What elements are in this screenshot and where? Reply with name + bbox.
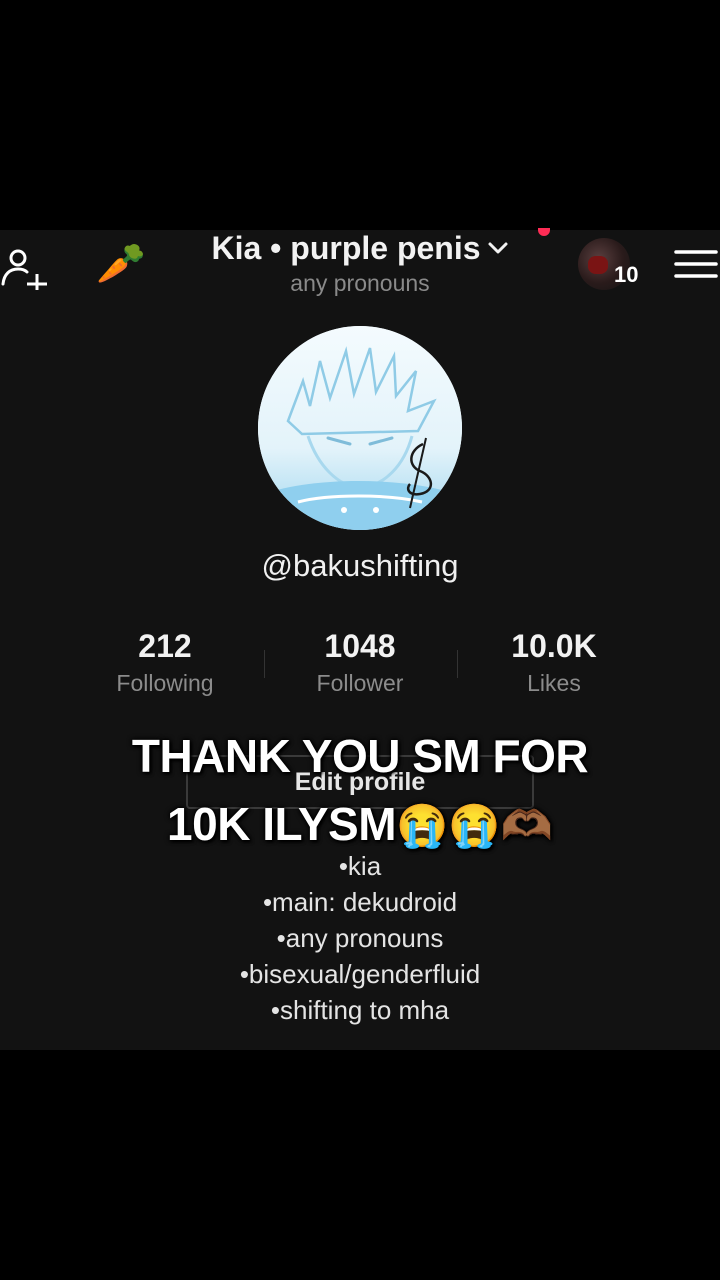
profile-screen: 🥕 Kia • purple penis any pronouns 10 @ba… (0, 228, 720, 1050)
caption-line-2: 10K ILYSM😭😭🫶🏾 (0, 790, 720, 860)
caption-line-1: THANK YOU SM FOR (131, 730, 589, 782)
crying-hearts-emoji-icon: 😭😭🫶🏾 (396, 802, 553, 849)
bio-line: •main: dekudroid (262, 887, 458, 917)
stat-label: Likes (527, 670, 581, 696)
bio-line: •shifting to mha (270, 995, 450, 1025)
stat-value: 212 (138, 628, 192, 664)
bio-line: •bisexual/genderfluid (239, 959, 481, 989)
stat-label: Follower (316, 670, 404, 696)
stat-value: 1048 (324, 628, 396, 664)
caption-text: 10K ILYSM (167, 798, 397, 850)
chevron-down-icon (488, 242, 508, 254)
stat-following[interactable]: 212 Following (75, 628, 255, 697)
stat-likes[interactable]: 10.0K Likes (464, 628, 644, 697)
bio-line: •any pronouns (276, 923, 444, 953)
page-title: Kia • purple penis (211, 230, 481, 266)
profile-handle: @bakushifting (261, 548, 459, 583)
profile-bio: •kia •main: dekudroid •any pronouns •bis… (0, 848, 720, 1028)
stat-divider (264, 650, 265, 678)
stat-value: 10.0K (511, 628, 597, 664)
stat-label: Following (116, 670, 214, 696)
pronouns-subtitle: any pronouns (290, 270, 430, 296)
caption-overlay: THANK YOU SM FOR 10K ILYSM😭😭🫶🏾 (0, 722, 720, 860)
hamburger-menu-icon (674, 250, 718, 278)
profile-avatar[interactable] (258, 326, 462, 530)
story-count-badge: 10 (614, 262, 639, 287)
stat-followers[interactable]: 1048 Follower (270, 628, 450, 697)
profile-header: Kia • purple penis any pronouns (160, 230, 560, 297)
menu-button[interactable] (674, 244, 718, 284)
carrot-icon: 🥕 (96, 241, 146, 287)
avatar-art (588, 256, 608, 274)
stat-divider (457, 650, 458, 678)
add-user-icon (1, 249, 47, 294)
add-user-button[interactable] (0, 240, 50, 294)
account-switcher[interactable]: Kia • purple penis (211, 230, 508, 266)
avatar-illustration (258, 326, 462, 530)
